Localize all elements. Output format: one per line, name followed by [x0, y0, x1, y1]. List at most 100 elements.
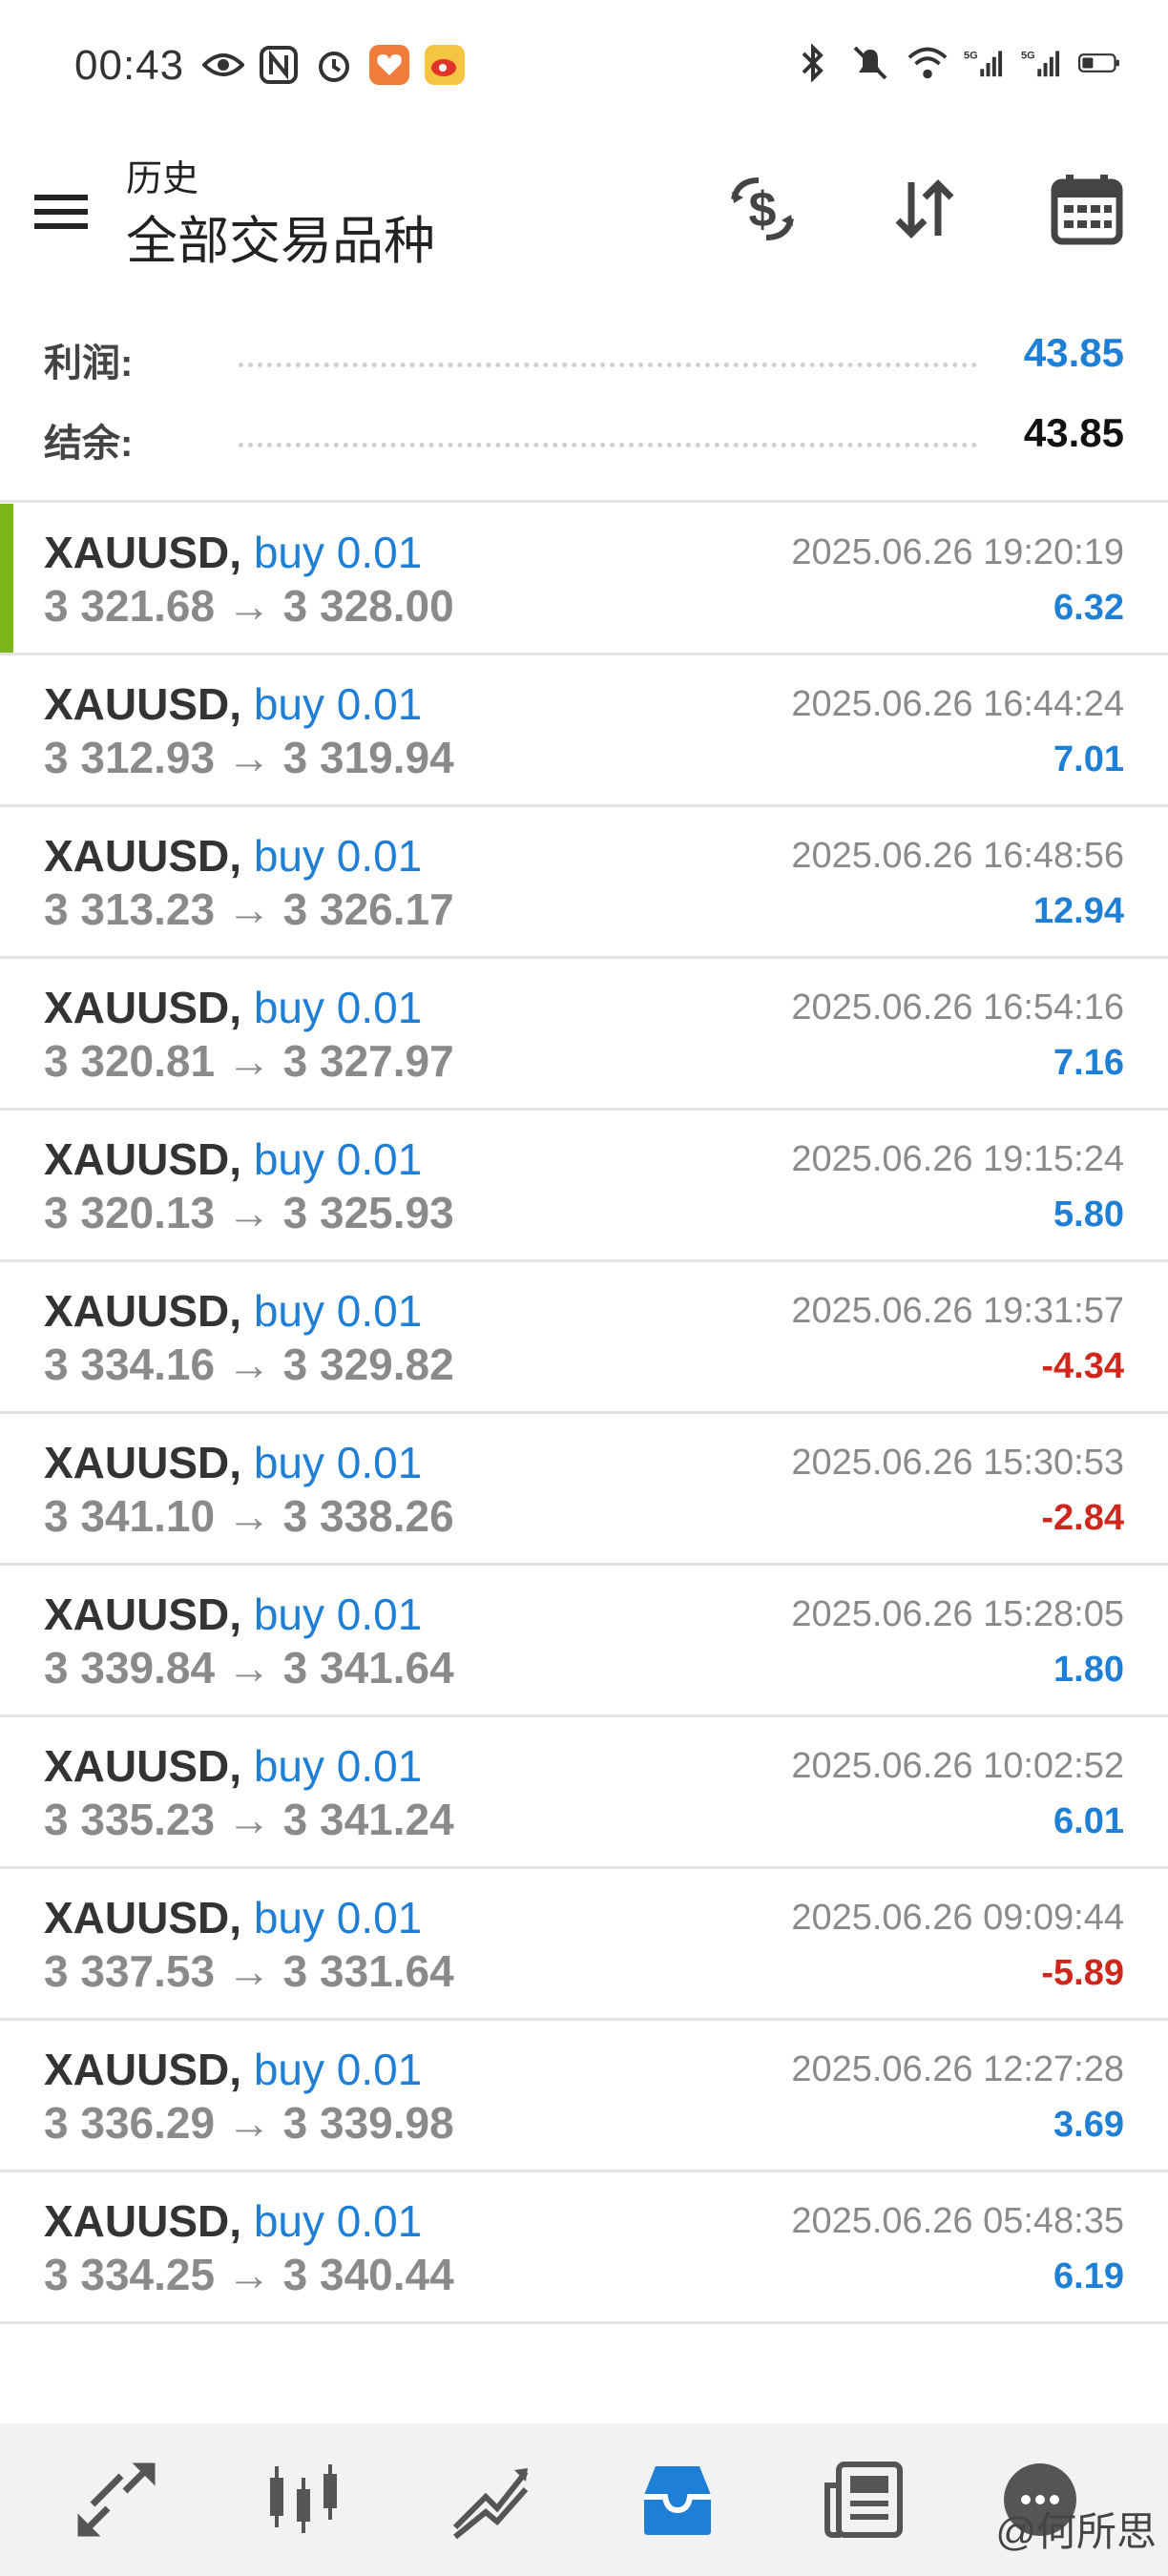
- battery-icon: [1078, 42, 1120, 84]
- trade-side: buy 0.01: [253, 831, 423, 881]
- trade-time: 2025.06.26 19:15:24: [791, 1139, 1124, 1179]
- trade-profit: 7.01: [1053, 739, 1124, 779]
- news-icon[interactable]: [817, 2452, 912, 2547]
- trade-time: 2025.06.26 15:28:05: [791, 1594, 1124, 1634]
- trade-prices: 3 320.81 → 3 327.97: [44, 1036, 454, 1086]
- trade-prices: 3 321.68 → 3 328.00: [44, 581, 454, 631]
- trade-profit: -4.34: [1041, 1346, 1124, 1386]
- trade-symbol: XAUUSD, buy 0.01: [44, 1285, 422, 1337]
- trade-symbol: XAUUSD, buy 0.01: [44, 1437, 422, 1488]
- trade-side: buy 0.01: [253, 2196, 423, 2246]
- chart-icon[interactable]: [256, 2452, 351, 2547]
- 5g-signal-icon: 5G: [964, 42, 1006, 84]
- trade-row[interactable]: XAUUSD, buy 0.01 3 335.23 → 3 341.24 2025.…: [0, 1717, 1168, 1869]
- trade-side: buy 0.01: [253, 1286, 423, 1336]
- trade-time: 2025.06.26 19:31:57: [791, 1291, 1124, 1331]
- trade-time: 2025.06.26 12:27:28: [791, 2049, 1124, 2089]
- 5g-signal-icon: 5G: [1021, 42, 1063, 84]
- trade-icon[interactable]: [443, 2452, 538, 2547]
- trade-side: buy 0.01: [253, 528, 423, 577]
- trade-row[interactable]: XAUUSD, buy 0.01 3 334.25 → 3 340.44 2025.…: [0, 2172, 1168, 2324]
- trade-history-list: XAUUSD, buy 0.01 3 321.68 → 3 328.00 2025.…: [0, 504, 1168, 2324]
- mute-bell-icon: [849, 42, 891, 84]
- page-subtitle: 历史: [126, 159, 199, 199]
- symbol-name: XAUUSD,: [44, 1589, 242, 1639]
- svg-text:$: $: [749, 182, 777, 238]
- trade-side: buy 0.01: [253, 1438, 423, 1487]
- bottom-navigation: @何所思: [0, 2423, 1168, 2576]
- symbol-name: XAUUSD,: [44, 679, 242, 729]
- watermark: @何所思: [995, 2509, 1157, 2554]
- svg-text:5G: 5G: [1021, 50, 1035, 61]
- trade-profit: 6.01: [1053, 1801, 1124, 1841]
- symbol-name: XAUUSD,: [44, 1134, 242, 1184]
- trade-prices: 3 313.23 → 3 326.17: [44, 884, 454, 934]
- app-header: 历史 全部交易品种 $: [0, 143, 1168, 286]
- trade-profit: 12.94: [1032, 891, 1124, 931]
- sort-icon[interactable]: [882, 166, 968, 252]
- trade-row[interactable]: XAUUSD, buy 0.01 3 334.16 → 3 329.82 2025.…: [0, 1262, 1168, 1414]
- balance-label: 结余:: [44, 423, 134, 465]
- history-icon[interactable]: [630, 2452, 725, 2547]
- trade-symbol: XAUUSD, buy 0.01: [44, 1589, 422, 1640]
- symbol-name: XAUUSD,: [44, 528, 242, 577]
- trade-profit: 3.69: [1053, 2105, 1124, 2145]
- trade-prices: 3 320.13 → 3 325.93: [44, 1188, 454, 1237]
- trade-profit: 5.80: [1053, 1195, 1124, 1235]
- trade-prices: 3 312.93 → 3 319.94: [44, 733, 454, 782]
- trade-side: buy 0.01: [253, 1893, 423, 1942]
- currency-exchange-icon[interactable]: $: [720, 166, 805, 252]
- symbol-name: XAUUSD,: [44, 1893, 242, 1942]
- trade-time: 2025.06.26 16:48:56: [791, 836, 1124, 876]
- trade-symbol: XAUUSD, buy 0.01: [44, 527, 422, 578]
- weibo-app-icon: [424, 44, 466, 86]
- trade-row[interactable]: XAUUSD, buy 0.01 3 320.13 → 3 325.93 2025.…: [0, 1111, 1168, 1262]
- trade-row[interactable]: XAUUSD, buy 0.01 3 320.81 → 3 327.97 2025.…: [0, 959, 1168, 1111]
- trade-symbol: XAUUSD, buy 0.01: [44, 1892, 422, 1943]
- symbol-name: XAUUSD,: [44, 2196, 242, 2246]
- trade-row[interactable]: XAUUSD, buy 0.01 3 312.93 → 3 319.94 2025.…: [0, 655, 1168, 807]
- profit-value: 43.85: [1023, 330, 1124, 375]
- status-bar: 00:43 5G 5G: [0, 0, 1168, 134]
- trade-profit: 7.16: [1053, 1043, 1124, 1083]
- trade-row[interactable]: XAUUSD, buy 0.01 3 341.10 → 3 338.26 2025.…: [0, 1414, 1168, 1566]
- symbol-name: XAUUSD,: [44, 1286, 242, 1336]
- trade-time: 2025.06.26 10:02:52: [791, 1746, 1124, 1786]
- trade-prices: 3 334.16 → 3 329.82: [44, 1340, 454, 1389]
- profit-summary: 利润: 43.85: [0, 324, 1168, 391]
- trade-side: buy 0.01: [253, 679, 423, 729]
- trade-symbol: XAUUSD, buy 0.01: [44, 830, 422, 882]
- trade-time: 2025.06.26 16:54:16: [791, 987, 1124, 1028]
- trade-symbol: XAUUSD, buy 0.01: [44, 2044, 422, 2095]
- trade-profit: 6.19: [1053, 2256, 1124, 2296]
- trade-symbol: XAUUSD, buy 0.01: [44, 2195, 422, 2247]
- balance-summary: 结余: 43.85: [0, 405, 1168, 471]
- heart-app-icon: [368, 44, 410, 86]
- calendar-icon[interactable]: [1044, 166, 1130, 252]
- trade-prices: 3 334.25 → 3 340.44: [44, 2250, 454, 2299]
- trade-symbol: XAUUSD, buy 0.01: [44, 1133, 422, 1185]
- divider: [0, 500, 1168, 503]
- trade-row[interactable]: XAUUSD, buy 0.01 3 336.29 → 3 339.98 2025.…: [0, 2021, 1168, 2172]
- trade-row[interactable]: XAUUSD, buy 0.01 3 337.53 → 3 331.64 2025.…: [0, 1869, 1168, 2021]
- wifi-icon: [907, 42, 949, 84]
- trade-prices: 3 337.53 → 3 331.64: [44, 1946, 454, 1996]
- hamburger-menu-icon[interactable]: [31, 181, 92, 242]
- trade-time: 2025.06.26 09:09:44: [791, 1898, 1124, 1938]
- page-title[interactable]: 全部交易品种: [126, 198, 435, 274]
- trade-profit: 1.80: [1053, 1650, 1124, 1690]
- trade-side: buy 0.01: [253, 1134, 423, 1184]
- trade-row[interactable]: XAUUSD, buy 0.01 3 321.68 → 3 328.00 2025.…: [0, 504, 1168, 655]
- trade-profit: -5.89: [1041, 1953, 1124, 1993]
- trade-row[interactable]: XAUUSD, buy 0.01 3 313.23 → 3 326.17 2025.…: [0, 807, 1168, 959]
- alarm-icon: [313, 44, 355, 86]
- trade-row[interactable]: XAUUSD, buy 0.01 3 339.84 → 3 341.64 2025.…: [0, 1566, 1168, 1717]
- trade-time: 2025.06.26 05:48:35: [791, 2201, 1124, 2241]
- symbol-name: XAUUSD,: [44, 831, 242, 881]
- quotes-icon[interactable]: [69, 2452, 164, 2547]
- status-time: 00:43: [74, 42, 185, 89]
- symbol-name: XAUUSD,: [44, 1438, 242, 1487]
- trade-symbol: XAUUSD, buy 0.01: [44, 982, 422, 1033]
- bluetooth-icon: [792, 42, 834, 84]
- trade-side: buy 0.01: [253, 2045, 423, 2094]
